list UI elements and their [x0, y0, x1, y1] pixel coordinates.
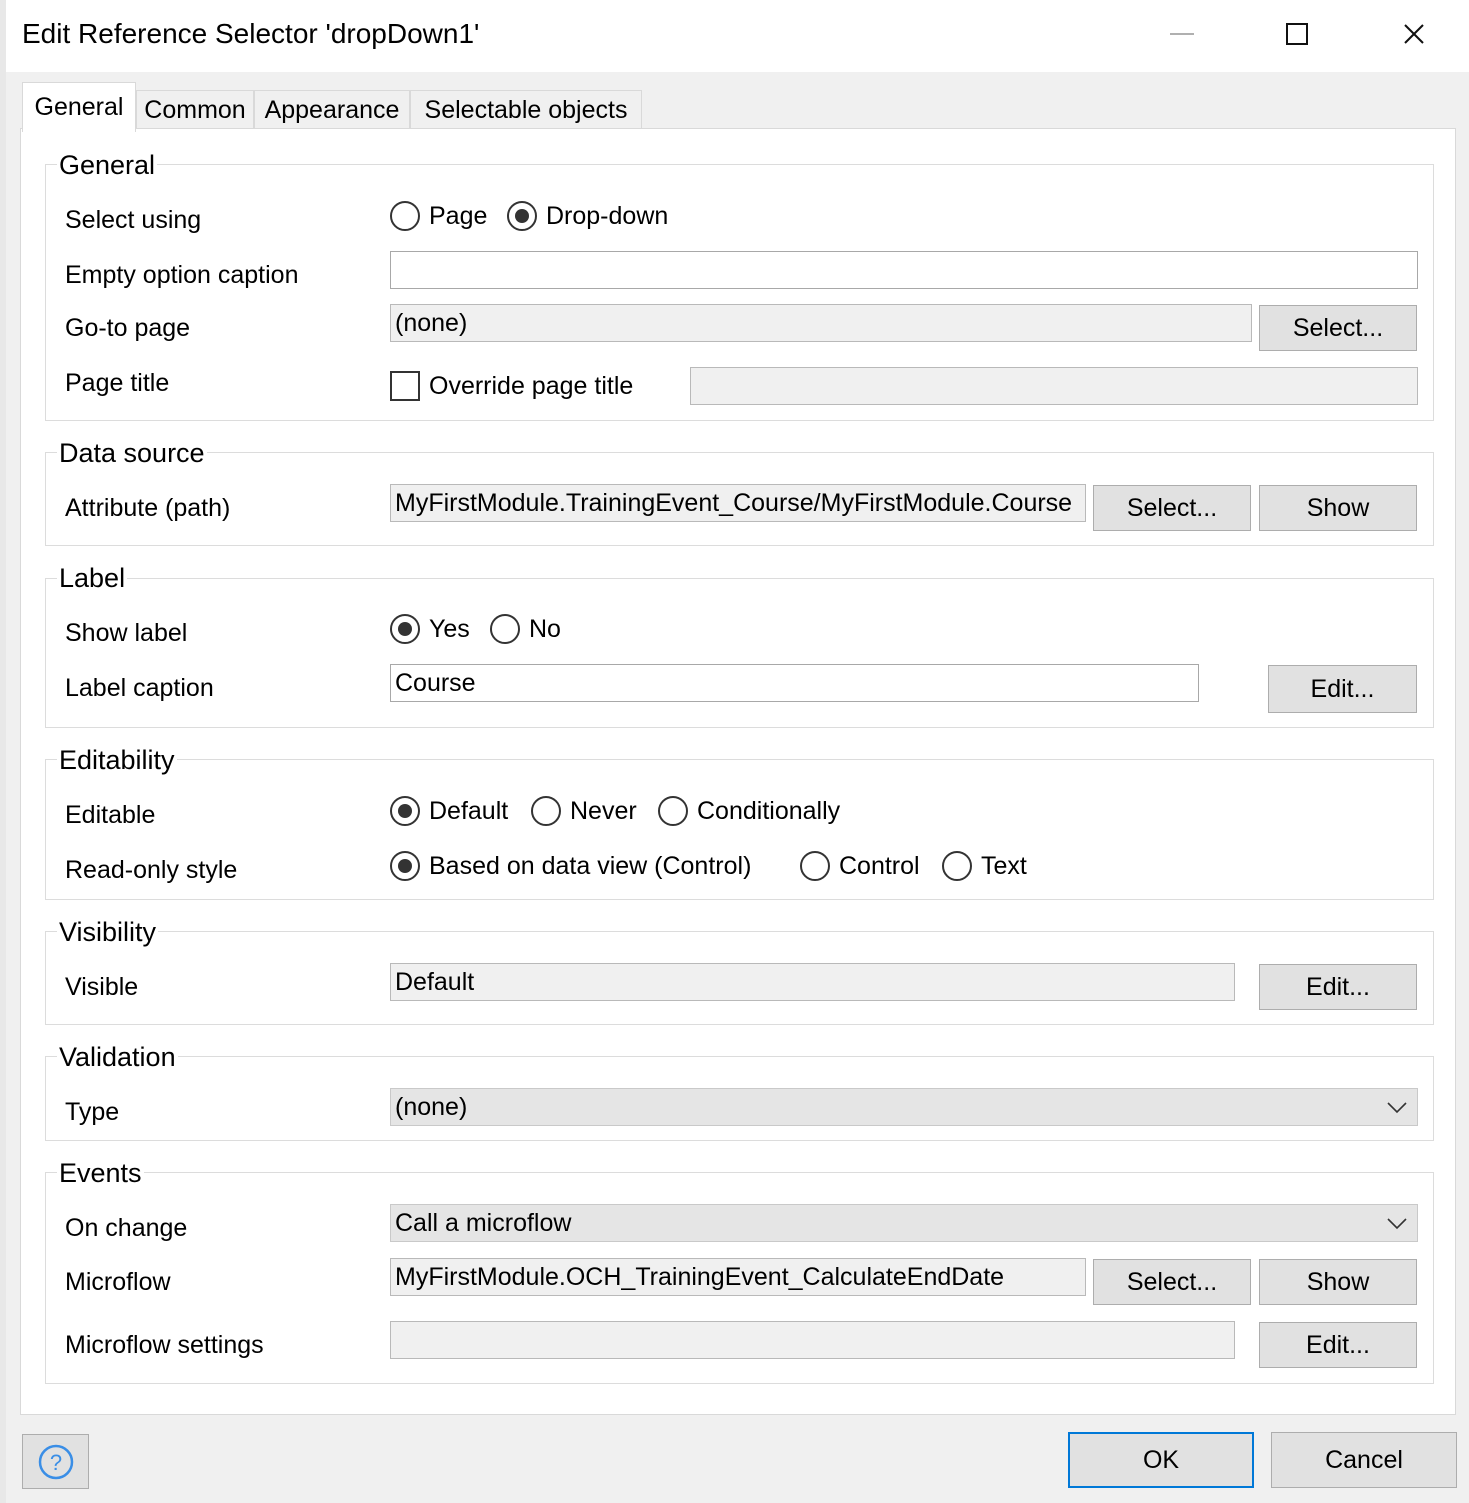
- microflow-field: MyFirstModule.OCH_TrainingEvent_Calculat…: [390, 1258, 1086, 1296]
- radio-never-label: Never: [570, 797, 637, 825]
- chevron-down-icon[interactable]: [1385, 1095, 1409, 1119]
- page-title-label: Page title: [65, 369, 170, 397]
- tab-common[interactable]: Common: [136, 90, 254, 130]
- microflow-settings-label: Microflow settings: [65, 1331, 264, 1359]
- attribute-show-button[interactable]: Show: [1259, 485, 1417, 531]
- radio-editable-never[interactable]: [531, 796, 561, 826]
- label-caption-input[interactable]: Course: [390, 664, 1199, 702]
- goto-page-label: Go-to page: [65, 314, 191, 342]
- radio-based-on-data-view-label: Based on data view (Control): [429, 852, 752, 880]
- help-icon[interactable]: ?: [22, 1434, 89, 1489]
- group-label: [45, 578, 1434, 728]
- goto-page-field: (none): [390, 304, 1252, 342]
- tab-selectable-objects[interactable]: Selectable objects: [410, 90, 642, 130]
- radio-drop-down-label: Drop-down: [546, 202, 669, 230]
- radio-editable-default[interactable]: [390, 796, 420, 826]
- attribute-path-field: MyFirstModule.TrainingEvent_Course/MyFir…: [390, 484, 1086, 522]
- override-page-title-checkbox[interactable]: [390, 371, 420, 401]
- empty-option-caption-label: Empty option caption: [65, 261, 299, 289]
- ok-button[interactable]: OK: [1068, 1432, 1254, 1488]
- radio-page-label: Page: [429, 202, 488, 230]
- goto-page-select-button[interactable]: Select...: [1259, 305, 1417, 351]
- empty-option-caption-input[interactable]: [390, 251, 1418, 289]
- minimize-icon[interactable]: [1162, 14, 1202, 54]
- visible-label: Visible: [65, 973, 139, 1001]
- label-caption-label: Label caption: [65, 674, 214, 702]
- radio-page[interactable]: [390, 201, 420, 231]
- microflow-settings-field: [390, 1321, 1235, 1359]
- select-using-label: Select using: [65, 206, 202, 234]
- radio-conditionally-label: Conditionally: [697, 797, 841, 825]
- svg-text:?: ?: [49, 1450, 61, 1475]
- window-title: Edit Reference Selector 'dropDown1': [22, 18, 480, 49]
- readonly-style-label: Read-only style: [65, 856, 238, 884]
- radio-readonly-text[interactable]: [942, 851, 972, 881]
- on-change-label: On change: [65, 1214, 188, 1242]
- page-title-input: [690, 367, 1418, 405]
- group-title-label: Label: [57, 563, 128, 594]
- microflow-show-button[interactable]: Show: [1259, 1259, 1417, 1305]
- group-title-general: General: [57, 150, 158, 181]
- visible-edit-button[interactable]: Edit...: [1259, 964, 1417, 1010]
- group-title-visibility: Visibility: [57, 917, 159, 948]
- editable-label: Editable: [65, 801, 156, 829]
- attribute-path-label: Attribute (path): [65, 494, 231, 522]
- radio-control-label: Control: [839, 852, 920, 880]
- on-change-select[interactable]: Call a microflow: [390, 1204, 1418, 1242]
- validation-type-select[interactable]: (none): [390, 1088, 1418, 1126]
- radio-yes-label: Yes: [429, 615, 470, 643]
- radio-default-label: Default: [429, 797, 509, 825]
- tab-general[interactable]: General: [22, 82, 136, 132]
- close-icon[interactable]: [1394, 14, 1434, 54]
- maximize-icon[interactable]: [1277, 14, 1317, 54]
- group-title-events: Events: [57, 1158, 144, 1189]
- microflow-settings-edit-button[interactable]: Edit...: [1259, 1322, 1417, 1368]
- microflow-select-button[interactable]: Select...: [1093, 1259, 1251, 1305]
- group-title-editability: Editability: [57, 745, 177, 776]
- radio-readonly-based-on-data-view[interactable]: [390, 851, 420, 881]
- radio-show-label-yes[interactable]: [390, 614, 420, 644]
- group-title-validation: Validation: [57, 1042, 178, 1073]
- override-page-title-label: Override page title: [429, 372, 634, 400]
- attribute-select-button[interactable]: Select...: [1093, 485, 1251, 531]
- tab-appearance[interactable]: Appearance: [254, 90, 410, 130]
- radio-editable-conditionally[interactable]: [658, 796, 688, 826]
- label-caption-edit-button[interactable]: Edit...: [1268, 665, 1417, 713]
- validation-type-label: Type: [65, 1098, 120, 1126]
- cancel-button[interactable]: Cancel: [1271, 1432, 1457, 1488]
- visible-field: Default: [390, 963, 1235, 1001]
- radio-no-label: No: [529, 615, 561, 643]
- show-label-label: Show label: [65, 619, 188, 647]
- radio-readonly-control[interactable]: [800, 851, 830, 881]
- radio-drop-down[interactable]: [507, 201, 537, 231]
- radio-text-label: Text: [981, 852, 1027, 880]
- radio-show-label-no[interactable]: [490, 614, 520, 644]
- group-title-data-source: Data source: [57, 438, 207, 469]
- chevron-down-icon[interactable]: [1385, 1211, 1409, 1235]
- microflow-label: Microflow: [65, 1268, 171, 1296]
